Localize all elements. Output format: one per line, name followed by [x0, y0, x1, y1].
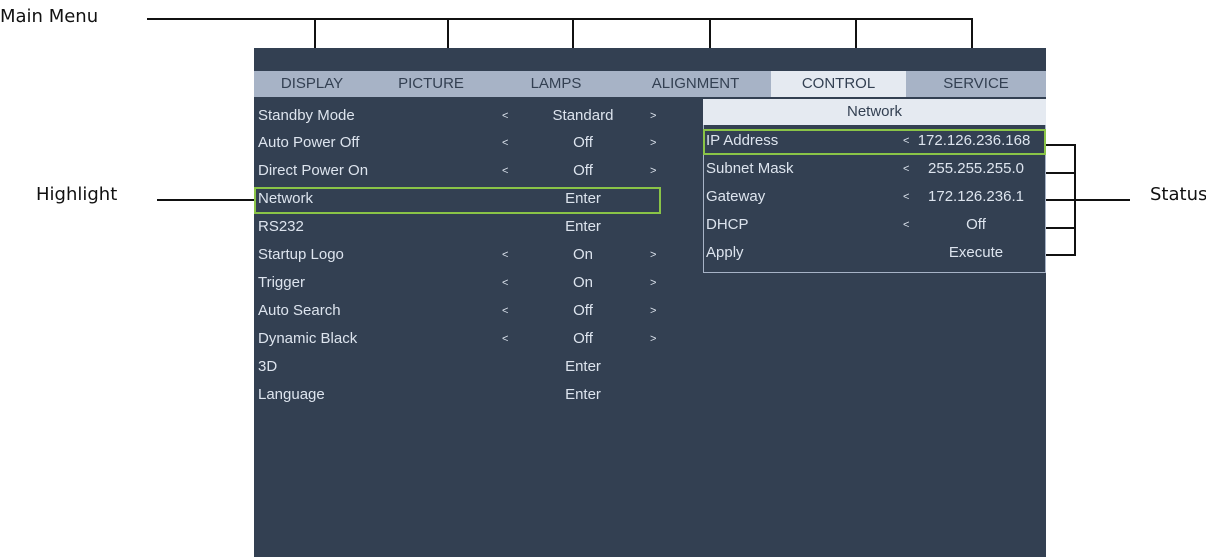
callout-line-main-menu [147, 18, 973, 20]
menu-item-label: Auto Search [258, 302, 341, 319]
network-item-value: 172.126.236.1 [928, 188, 1024, 205]
main-menu-tabs: DISPLAY PICTURE LAMPS ALIGNMENT CONTROL … [254, 71, 1046, 97]
tab-display[interactable]: DISPLAY [254, 71, 370, 97]
network-item-gateway[interactable]: Gateway < 172.126.236.1 [703, 184, 1046, 210]
menu-item-direct-power-on[interactable]: Direct Power On < Off > [258, 158, 698, 184]
left-arrow-icon[interactable]: < [903, 128, 909, 154]
network-item-label: Subnet Mask [706, 160, 794, 177]
left-arrow-icon[interactable]: < [502, 326, 508, 352]
menu-item-label: 3D [258, 358, 278, 375]
right-arrow-icon[interactable]: > [650, 270, 656, 296]
callout-highlight: Highlight [36, 184, 118, 205]
menu-item-value: Standard [552, 107, 614, 124]
network-item-ip-address[interactable]: IP Address < 172.126.236.168 [703, 128, 1046, 154]
network-item-value: 255.255.255.0 [928, 160, 1024, 177]
tab-service[interactable]: SERVICE [906, 71, 1046, 97]
osd-menu: DISPLAY PICTURE LAMPS ALIGNMENT CONTROL … [254, 48, 1046, 557]
network-item-value: Execute [948, 244, 1004, 261]
menu-item-value: Off [573, 162, 593, 179]
menu-item-value: On [572, 246, 593, 263]
network-item-label: DHCP [706, 216, 749, 233]
menu-item-language[interactable]: Language Enter [258, 382, 698, 408]
menu-item-value: Enter [565, 358, 601, 375]
menu-item-value: Enter [565, 218, 601, 235]
menu-item-startup-logo[interactable]: Startup Logo < On > [258, 242, 698, 268]
menu-item-dynamic-black[interactable]: Dynamic Black < Off > [258, 326, 698, 352]
menu-item-network[interactable]: Network Enter [258, 186, 698, 212]
network-item-value: 172.126.236.168 [917, 132, 1031, 149]
menu-item-label: RS232 [258, 218, 304, 235]
left-arrow-icon[interactable]: < [502, 103, 508, 129]
left-arrow-icon[interactable]: < [502, 242, 508, 268]
network-item-value: Off [966, 216, 986, 233]
menu-item-label: Direct Power On [258, 162, 369, 179]
menu-item-standby-mode[interactable]: Standby Mode < Standard > [258, 103, 698, 129]
tab-alignment[interactable]: ALIGNMENT [620, 71, 771, 97]
menu-item-label: Startup Logo [258, 246, 344, 263]
network-item-apply[interactable]: Apply Execute [703, 240, 1046, 266]
menu-item-rs232[interactable]: RS232 Enter [258, 214, 698, 240]
menu-item-value: Enter [565, 190, 601, 207]
left-arrow-icon[interactable]: < [502, 130, 508, 156]
callout-line-status [1075, 199, 1130, 201]
menu-item-value: Off [573, 330, 593, 347]
right-arrow-icon[interactable]: > [650, 298, 656, 324]
menu-item-auto-power-off[interactable]: Auto Power Off < Off > [258, 130, 698, 156]
menu-item-auto-search[interactable]: Auto Search < Off > [258, 298, 698, 324]
right-arrow-icon[interactable]: > [650, 242, 656, 268]
left-arrow-icon[interactable]: < [903, 156, 909, 182]
menu-item-label: Standby Mode [258, 107, 355, 124]
menu-item-value: Enter [565, 386, 601, 403]
tab-control[interactable]: CONTROL [771, 71, 906, 97]
callout-line-highlight [157, 199, 255, 201]
network-item-subnet-mask[interactable]: Subnet Mask < 255.255.255.0 [703, 156, 1046, 182]
network-item-label: IP Address [706, 132, 779, 149]
menu-item-value: On [572, 274, 593, 291]
left-arrow-icon[interactable]: < [903, 184, 909, 210]
callout-status: Status [1150, 184, 1206, 205]
callout-main-menu: Main Menu [0, 6, 99, 27]
left-arrow-icon[interactable]: < [502, 270, 508, 296]
menu-item-label: Network [258, 190, 314, 207]
right-arrow-icon[interactable]: > [650, 326, 656, 352]
tab-lamps[interactable]: LAMPS [492, 71, 620, 97]
network-item-label: Gateway [706, 188, 766, 205]
network-item-label: Apply [706, 244, 744, 261]
menu-item-label: Trigger [258, 274, 305, 291]
menu-item-label: Dynamic Black [258, 330, 358, 347]
tab-picture[interactable]: PICTURE [370, 71, 492, 97]
menu-item-trigger[interactable]: Trigger < On > [258, 270, 698, 296]
right-arrow-icon[interactable]: > [650, 158, 656, 184]
left-arrow-icon[interactable]: < [903, 212, 909, 238]
menu-item-value: Off [573, 134, 593, 151]
left-arrow-icon[interactable]: < [502, 158, 508, 184]
right-arrow-icon[interactable]: > [650, 130, 656, 156]
menu-item-label: Auto Power Off [258, 134, 360, 151]
left-arrow-icon[interactable]: < [502, 298, 508, 324]
menu-item-3d[interactable]: 3D Enter [258, 354, 698, 380]
network-submenu-title: Network [703, 99, 1046, 125]
menu-item-value: Off [573, 302, 593, 319]
menu-item-label: Language [258, 386, 325, 403]
right-arrow-icon[interactable]: > [650, 103, 656, 129]
network-item-dhcp[interactable]: DHCP < Off [703, 212, 1046, 238]
